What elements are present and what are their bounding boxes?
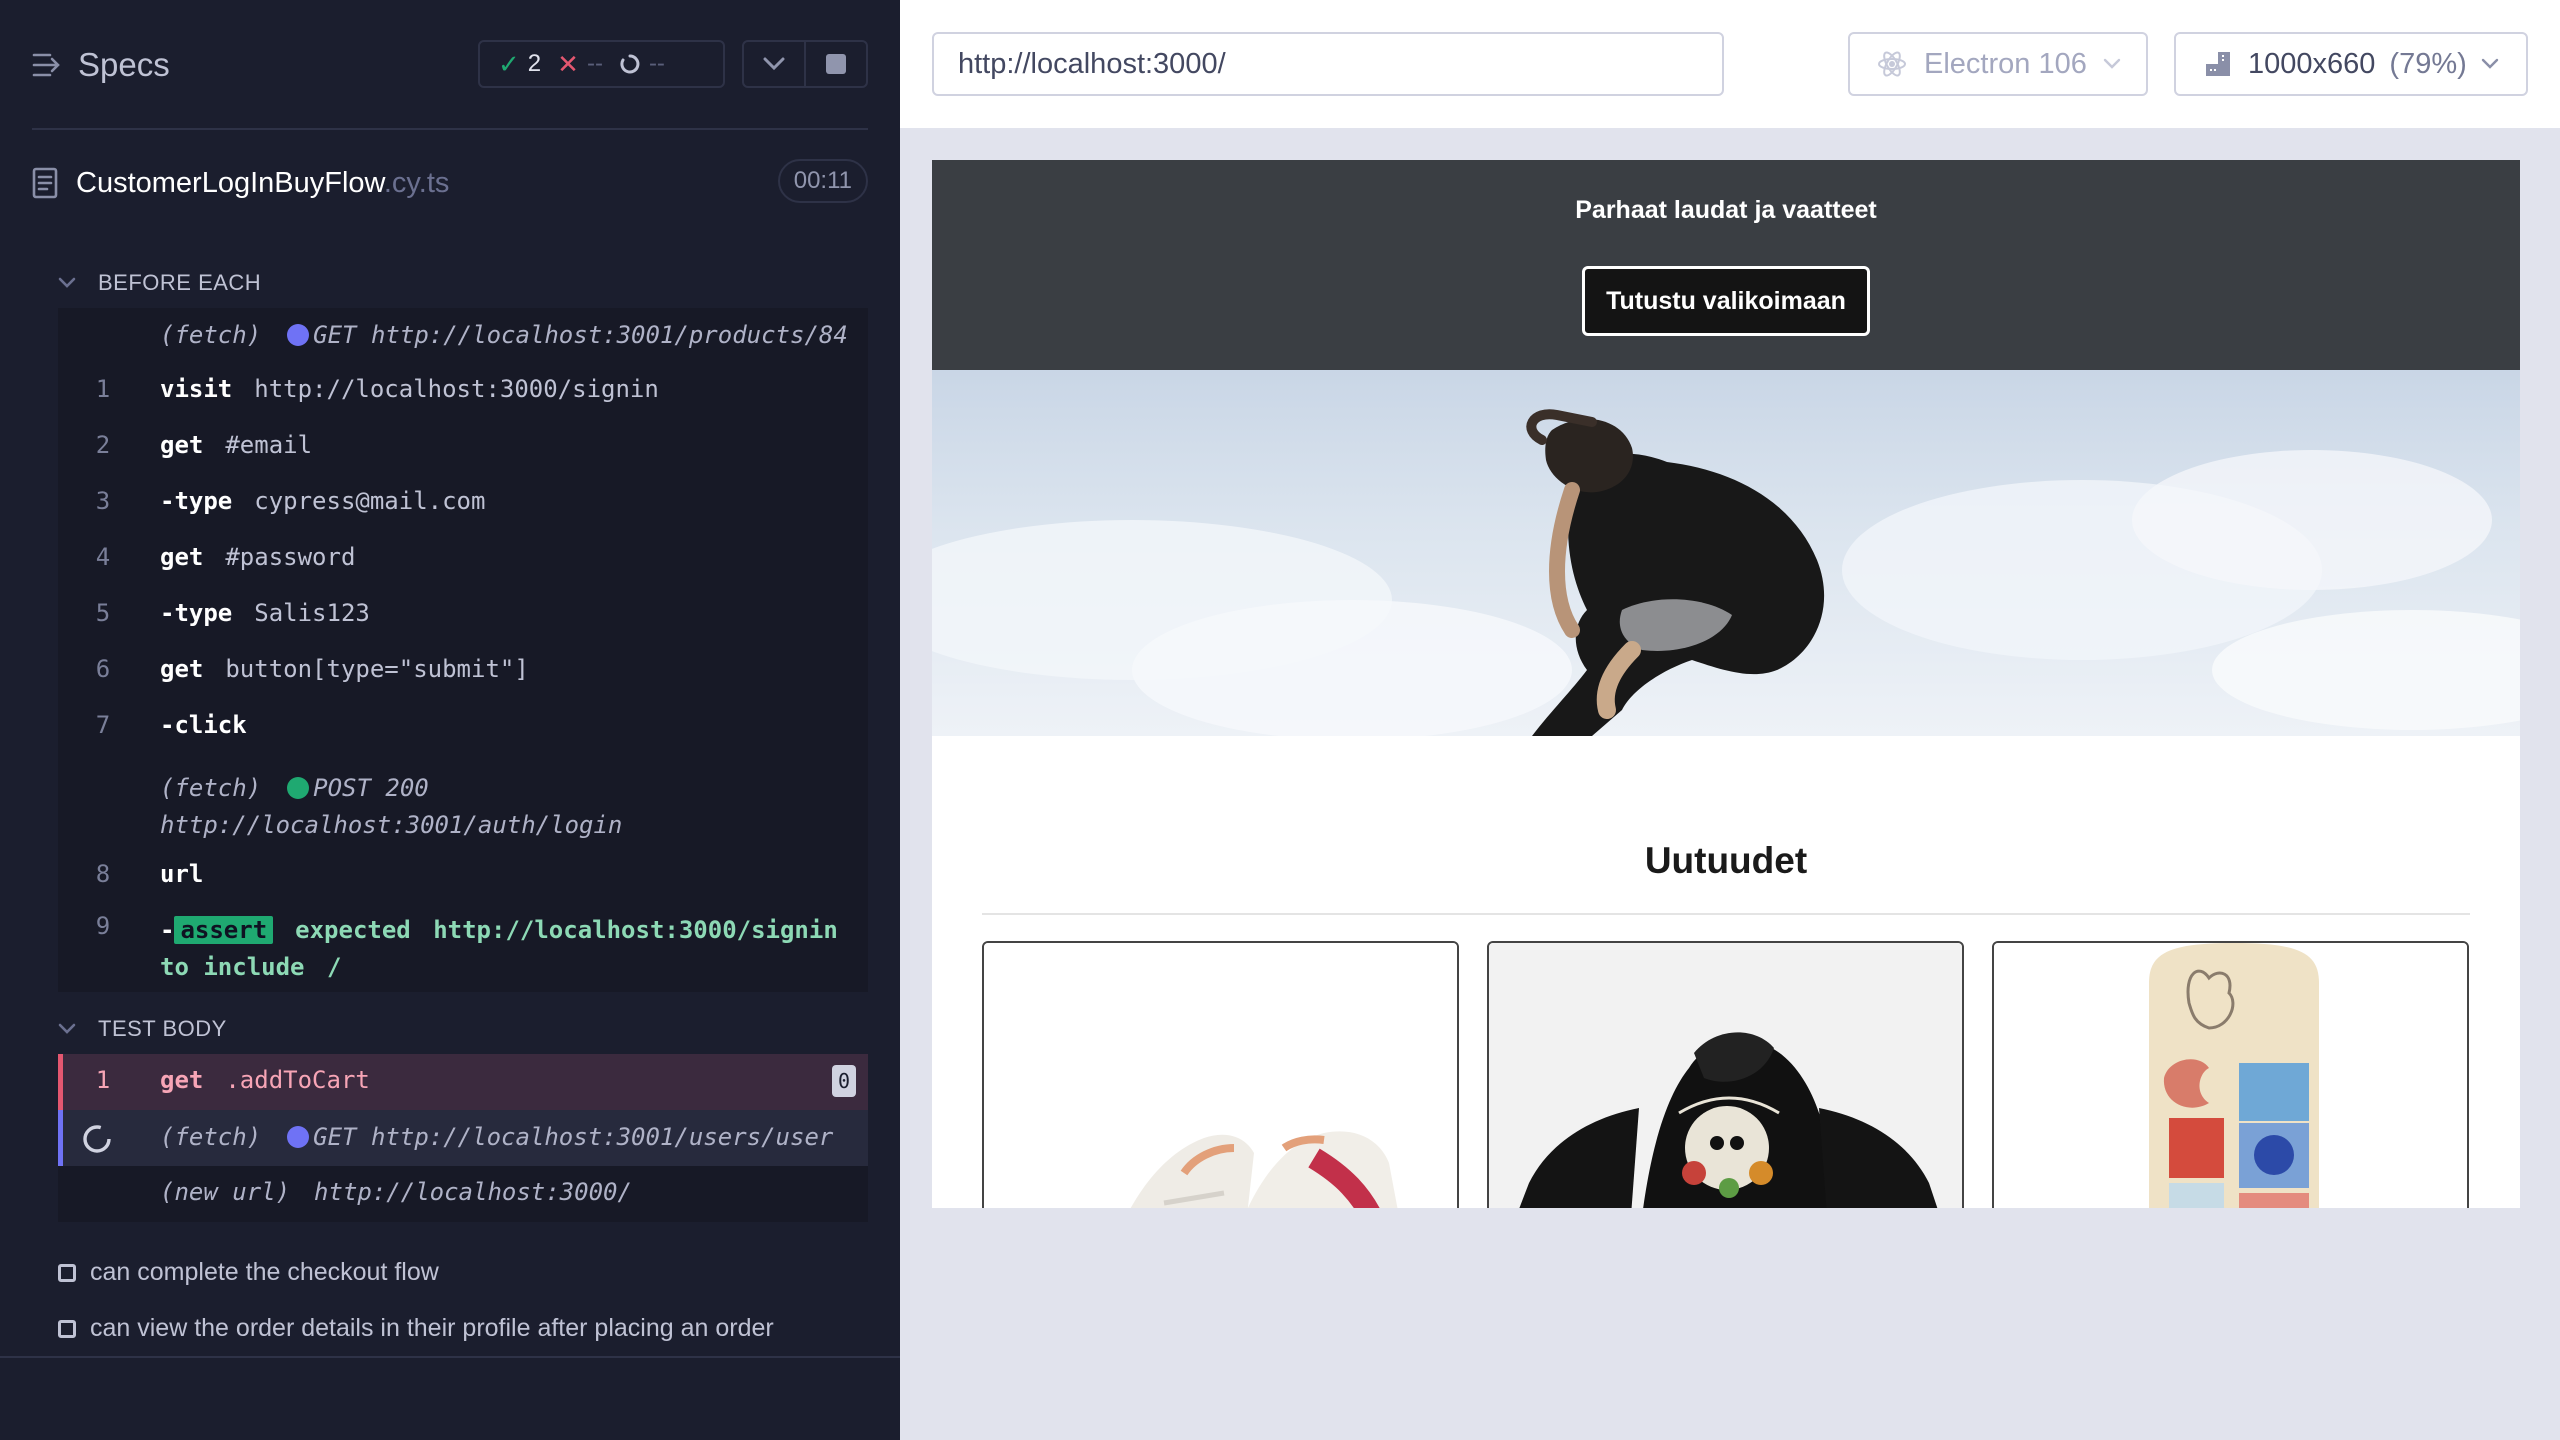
viewport-selector[interactable]: 1000x660 (79%) [2174, 32, 2528, 96]
command-row[interactable]: (fetch) POST 200 http://localhost:3001/aut… [58, 770, 868, 844]
request-status-dot [287, 324, 310, 346]
hero-title: Parhaat laudat ja vaatteet [1575, 196, 1877, 224]
x-icon: ✕ [557, 48, 579, 79]
assert-badge: assert [174, 916, 274, 944]
skateboard-product-image [1994, 943, 2467, 1208]
request-status-dot [287, 1126, 310, 1148]
passed-stat: ✓ 2 [498, 48, 542, 79]
assertion-row[interactable]: 9 - assert expected http://localhost:3000/… [58, 912, 868, 986]
hero-image [932, 370, 2520, 736]
test-pending-icon [58, 1263, 76, 1282]
document-icon [32, 167, 58, 199]
test-body-commands: 1 get .addToCart 0 (fetch) GET http://loca… [58, 1054, 868, 1222]
app-preview-panel: http://localhost:3000/ Electron 106 1000… [900, 0, 2560, 1440]
hero-skater-image [932, 409, 2520, 736]
pending-spinner-icon [620, 54, 640, 74]
test-body-header[interactable]: TEST BODY [58, 1016, 227, 1042]
url-bar[interactable]: http://localhost:3000/ [932, 32, 1724, 96]
ruler-icon [2206, 52, 2230, 76]
test-item[interactable]: can view the order details in their prof… [58, 1314, 774, 1343]
new-arrivals-heading: Uutuudet [1644, 840, 1808, 881]
before-each-commands: (fetch) GET http://localhost:3001/product… [58, 308, 868, 992]
stop-button[interactable] [804, 42, 866, 86]
failed-stat: ✕ -- [557, 48, 603, 79]
stop-icon [826, 54, 846, 74]
app-under-test-frame: Parhaat laudat ja vaatteet Tutustu valik… [932, 160, 2520, 1208]
before-each-hook-header[interactable]: BEFORE EACH [58, 270, 261, 296]
reporter-panel: Specs ✓ 2 ✕ -- -- CustomerLogInBuyFlow.c… [0, 0, 900, 1440]
browser-selector[interactable]: Electron 106 [1848, 32, 2148, 96]
spec-title-row: CustomerLogInBuyFlow.cy.ts 00:11 [32, 155, 868, 211]
chevron-down-icon [58, 277, 76, 288]
pending-stat: -- [619, 50, 665, 78]
chevron-down-icon [2481, 58, 2498, 69]
test-pending-icon [58, 1319, 76, 1338]
product-card[interactable] [1992, 941, 2469, 1208]
test-item[interactable]: can complete the checkout flow [58, 1258, 439, 1287]
browse-collection-button[interactable]: Tutustu valikoimaan [1582, 266, 1870, 336]
check-icon: ✓ [498, 48, 520, 79]
specs-button[interactable]: Specs [32, 46, 170, 84]
divider [982, 913, 2470, 915]
chevron-down-icon [2103, 58, 2121, 69]
product-card[interactable] [1487, 941, 1964, 1208]
run-controls [742, 40, 868, 88]
active-command-row[interactable]: 1 get .addToCart 0 [58, 1054, 868, 1110]
loading-spinner-icon [83, 1125, 111, 1153]
preview-toolbar: http://localhost:3000/ Electron 106 1000… [900, 0, 2560, 128]
divider [32, 128, 868, 130]
product-card[interactable] [982, 941, 1459, 1208]
chevron-down-icon [763, 57, 785, 71]
run-stats: ✓ 2 ✕ -- -- [478, 40, 725, 88]
chevron-down-icon [58, 1023, 76, 1034]
reporter-header: Specs ✓ 2 ✕ -- -- [32, 30, 868, 100]
spec-duration: 00:11 [777, 159, 868, 203]
hero-banner: Parhaat laudat ja vaatteet Tutustu valik… [932, 160, 2520, 370]
divider [0, 1356, 900, 1358]
spec-file-name: CustomerLogInBuyFlow.cy.ts [76, 166, 450, 199]
sneaker-product-image [984, 943, 1457, 1208]
specs-list-icon [32, 53, 60, 77]
hoodie-product-image [1489, 943, 1962, 1208]
specs-label: Specs [78, 46, 170, 83]
electron-icon [1878, 51, 1906, 77]
collapse-all-button[interactable] [744, 42, 804, 86]
request-status-dot [287, 777, 310, 799]
element-count-badge: 0 [832, 1065, 856, 1097]
pending-command-row[interactable]: (fetch) GET http://localhost:3001/users/u… [58, 1110, 868, 1166]
